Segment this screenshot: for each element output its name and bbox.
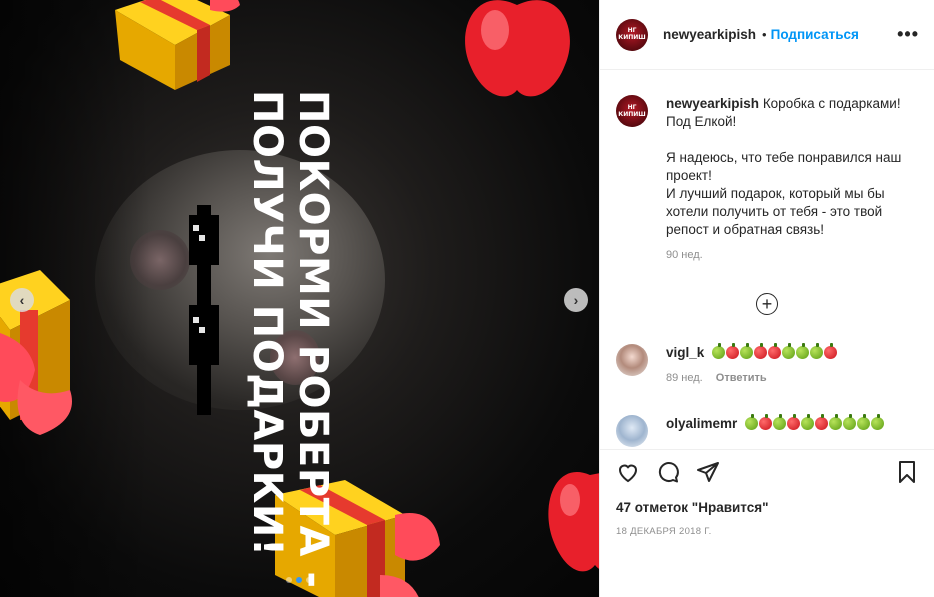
green-apple-icon bbox=[773, 414, 787, 430]
red-apple-icon bbox=[768, 343, 782, 359]
post-media[interactable]: ПОКОРМИ РОБЕРТА - ПОЛУЧИ ПОДАРКИ! ‹ › bbox=[0, 0, 599, 597]
avatar[interactable]: НГ КИПИШ bbox=[616, 18, 648, 51]
green-apple-icon bbox=[782, 343, 796, 359]
carousel-dot-active bbox=[296, 577, 302, 583]
caption-text: newyearkipish Коробка с подарками! Под Е… bbox=[666, 95, 916, 239]
comment-item: vigl_k 89 нед. Ответить bbox=[616, 343, 838, 384]
chevron-left-icon: ‹ bbox=[19, 292, 25, 308]
follow-button[interactable]: Подписаться bbox=[771, 27, 859, 42]
comment-item: olyalimemr bbox=[616, 414, 896, 447]
caption-timestamp[interactable]: 90 нед. bbox=[666, 249, 916, 261]
green-apple-icon bbox=[740, 343, 754, 359]
bookmark-icon bbox=[899, 461, 915, 483]
red-apple-icon bbox=[465, 0, 570, 97]
avatar[interactable] bbox=[616, 344, 648, 376]
post-caption: НГ КИПИШ newyearkipish Коробка с подарка… bbox=[600, 71, 934, 261]
chevron-right-icon: › bbox=[573, 292, 579, 308]
red-apple-icon bbox=[548, 472, 599, 572]
promo-line-2: ПОЛУЧИ ПОДАРКИ! bbox=[244, 90, 290, 557]
red-apple-icon bbox=[759, 414, 773, 430]
green-apple-icon bbox=[871, 414, 885, 430]
carousel-dot bbox=[286, 577, 292, 583]
load-more-comments-button[interactable]: + bbox=[756, 293, 778, 315]
red-apple-icon bbox=[787, 414, 801, 430]
carousel-dot bbox=[306, 577, 312, 583]
separator-dot: • bbox=[762, 27, 767, 42]
promo-line-1: ПОКОРМИ РОБЕРТА - bbox=[290, 90, 336, 589]
red-apple-icon bbox=[815, 414, 829, 430]
more-horizontal-icon[interactable]: ••• bbox=[897, 24, 919, 45]
avatar-text: КИПИШ bbox=[618, 34, 646, 41]
save-button[interactable] bbox=[893, 458, 921, 486]
green-apple-icon bbox=[712, 343, 726, 359]
post-header: НГ КИПИШ newyearkipish • Подписаться ••• bbox=[600, 0, 934, 70]
gift-box-icon bbox=[115, 0, 240, 90]
green-apple-icon bbox=[857, 414, 871, 430]
green-apple-icon bbox=[829, 414, 843, 430]
share-icon bbox=[697, 462, 719, 482]
caption-username-link[interactable]: newyearkipish bbox=[666, 96, 759, 111]
carousel-next-button[interactable]: › bbox=[564, 288, 588, 312]
green-apple-icon bbox=[801, 414, 815, 430]
reply-button[interactable]: Ответить bbox=[716, 372, 767, 384]
red-apple-icon bbox=[754, 343, 768, 359]
promo-overlay-text: ПОКОРМИ РОБЕРТА - ПОЛУЧИ ПОДАРКИ! bbox=[244, 90, 336, 589]
comment-username-link[interactable]: vigl_k bbox=[666, 345, 704, 360]
green-apple-icon bbox=[843, 414, 857, 430]
plus-circle-icon: + bbox=[761, 294, 773, 314]
avatar[interactable]: НГ КИПИШ bbox=[616, 95, 648, 127]
heart-icon bbox=[618, 464, 638, 483]
red-apple-icon bbox=[824, 343, 838, 359]
comment-emoji-text bbox=[712, 343, 838, 360]
comment-emoji-text bbox=[745, 414, 885, 431]
green-apple-icon bbox=[745, 414, 759, 430]
carousel-prev-button[interactable]: ‹ bbox=[10, 288, 34, 312]
likes-count[interactable]: 47 отметок "Нравится" bbox=[600, 486, 934, 515]
comment-timestamp[interactable]: 89 нед. bbox=[666, 372, 703, 384]
pixel-sunglasses-icon bbox=[189, 205, 219, 415]
avatar-text: КИПИШ bbox=[618, 110, 646, 118]
comment-button[interactable] bbox=[654, 458, 682, 486]
post-actions: 47 отметок "Нравится" 18 ДЕКАБРЯ 2018 Г. bbox=[600, 449, 934, 537]
green-apple-icon bbox=[810, 343, 824, 359]
avatar[interactable] bbox=[616, 415, 648, 447]
like-button[interactable] bbox=[614, 458, 642, 486]
caption-body: Коробка с подарками! Под Елкой! Я надеюс… bbox=[666, 96, 902, 237]
comment-username-link[interactable]: olyalimemr bbox=[666, 416, 737, 431]
comment-icon bbox=[658, 462, 679, 483]
comments-list[interactable]: НГ КИПИШ newyearkipish Коробка с подарка… bbox=[600, 71, 934, 449]
post-date: 18 ДЕКАБРЯ 2018 Г. bbox=[616, 526, 712, 537]
red-apple-icon bbox=[726, 343, 740, 359]
green-apple-icon bbox=[796, 343, 810, 359]
username-link[interactable]: newyearkipish bbox=[663, 27, 756, 42]
share-button[interactable] bbox=[694, 458, 722, 486]
carousel-indicator bbox=[286, 577, 312, 583]
post-sidebar: НГ КИПИШ newyearkipish • Подписаться •••… bbox=[599, 0, 934, 597]
